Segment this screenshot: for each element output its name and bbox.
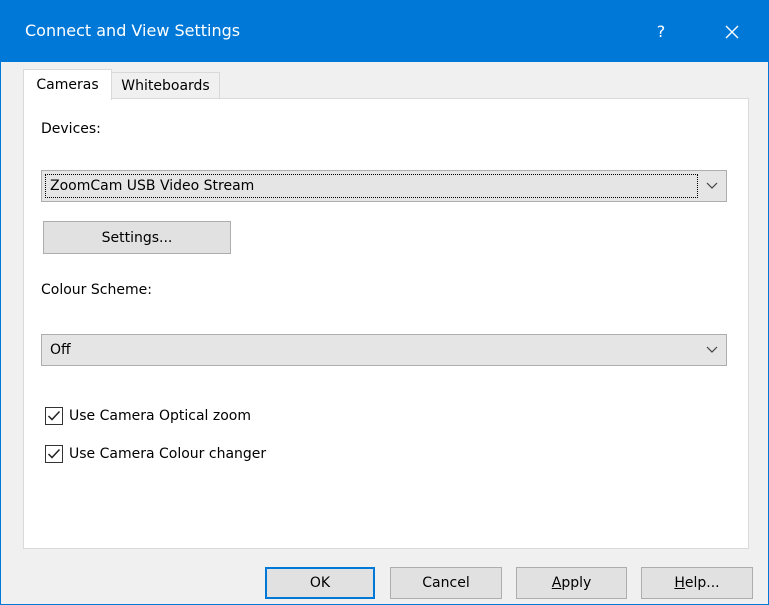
colour-changer-checkbox[interactable] [45,445,63,463]
devices-selected-value: ZoomCam USB Video Stream [50,178,255,194]
help-label-rest: elp... [684,575,720,591]
dialog-window: Connect and View Settings ? Cameras Whit… [0,0,769,605]
close-icon [725,25,739,38]
apply-button[interactable]: Apply [516,567,627,599]
devices-label: Devices: [41,121,101,137]
tab-whiteboards-label: Whiteboards [121,78,210,94]
devices-dropdown[interactable]: ZoomCam USB Video Stream [41,170,727,202]
tab-cameras-label: Cameras [36,77,99,93]
optical-zoom-label[interactable]: Use Camera Optical zoom [69,408,251,424]
tab-cameras[interactable]: Cameras [23,69,112,100]
colour-changer-label[interactable]: Use Camera Colour changer [69,446,266,462]
close-button[interactable] [701,1,763,62]
help-button[interactable]: ? [633,1,689,62]
ok-button[interactable]: OK [265,567,375,599]
checkmark-icon [47,410,61,421]
help-dialog-button[interactable]: Help... [641,567,753,599]
apply-mnemonic: A [551,575,562,591]
cancel-button[interactable]: Cancel [390,567,502,599]
optical-zoom-checkbox[interactable] [45,407,63,425]
devices-dropdown-focus: ZoomCam USB Video Stream [45,174,698,198]
title-bar[interactable]: Connect and View Settings ? [1,1,768,62]
window-title: Connect and View Settings [25,21,241,40]
colour-scheme-label: Colour Scheme: [41,282,152,298]
apply-label-rest: pply [561,575,592,591]
colour-scheme-selected-value: Off [50,342,71,358]
chevron-down-icon [706,182,718,189]
chevron-down-icon [706,346,718,353]
question-mark-icon: ? [656,22,666,41]
checkmark-icon [47,448,61,459]
device-settings-button[interactable]: Settings... [43,221,231,254]
colour-scheme-dropdown[interactable]: Off [41,334,727,366]
help-mnemonic: H [674,575,685,591]
cameras-tab-panel: Devices: ZoomCam USB Video Stream Settin… [23,98,749,549]
tab-whiteboards[interactable]: Whiteboards [112,72,220,99]
